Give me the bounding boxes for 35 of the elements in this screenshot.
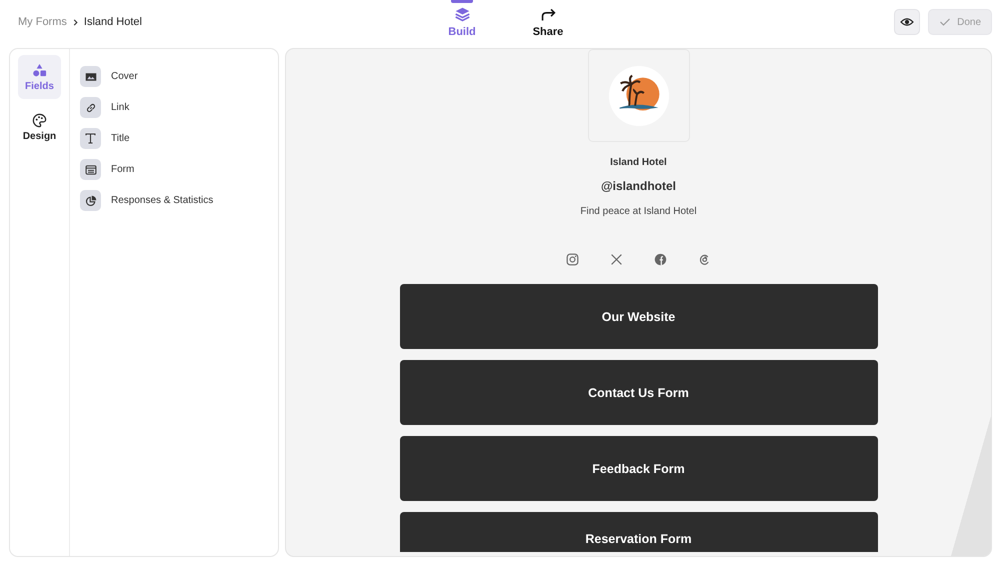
link-button[interactable]: Reservation Form: [400, 512, 878, 552]
tab[interactable]: Share: [520, 0, 576, 44]
link-button[interactable]: Feedback Form: [400, 436, 878, 501]
text-icon: [84, 132, 97, 145]
link-button[interactable]: Contact Us Form: [400, 360, 878, 425]
profile-bio: Find peace at Island Hotel: [580, 206, 697, 217]
palm-sunset-logo-drawing: [608, 64, 670, 126]
layers-icon: [454, 6, 470, 23]
sidebar-tab[interactable]: Fields: [18, 55, 61, 99]
field-item[interactable]: Form: [80, 159, 268, 180]
image-icon: [84, 70, 96, 82]
field-item[interactable]: Responses & Statistics: [80, 190, 268, 211]
preview-button[interactable]: [894, 9, 920, 35]
breadcrumb-link[interactable]: My Forms: [18, 16, 67, 28]
instagram-icon[interactable]: [566, 253, 579, 266]
link-icon: [84, 102, 96, 114]
tab[interactable]: Build: [434, 0, 490, 44]
profile-name: Island Hotel: [610, 157, 667, 168]
field-item[interactable]: Title: [80, 128, 268, 149]
link-button[interactable]: Our Website: [400, 284, 878, 349]
facebook-icon[interactable]: [654, 253, 667, 266]
threads-icon[interactable]: [698, 253, 711, 266]
sidebar-tab[interactable]: Design: [18, 105, 61, 149]
form-icon: [84, 164, 96, 176]
shapes-icon: [32, 62, 47, 78]
chevron-icon: [72, 18, 79, 26]
profile-handle: @islandhotel: [600, 179, 676, 193]
field-item[interactable]: Link: [80, 97, 268, 118]
field-item[interactable]: Cover: [80, 66, 268, 87]
x-logo-icon[interactable]: [610, 253, 623, 266]
share-arrow-icon: [540, 6, 556, 23]
breadcrumb-current: Island Hotel: [84, 16, 142, 28]
pie-chart-icon: [84, 194, 96, 206]
check-icon: [939, 16, 952, 28]
palette-icon: [32, 112, 47, 128]
